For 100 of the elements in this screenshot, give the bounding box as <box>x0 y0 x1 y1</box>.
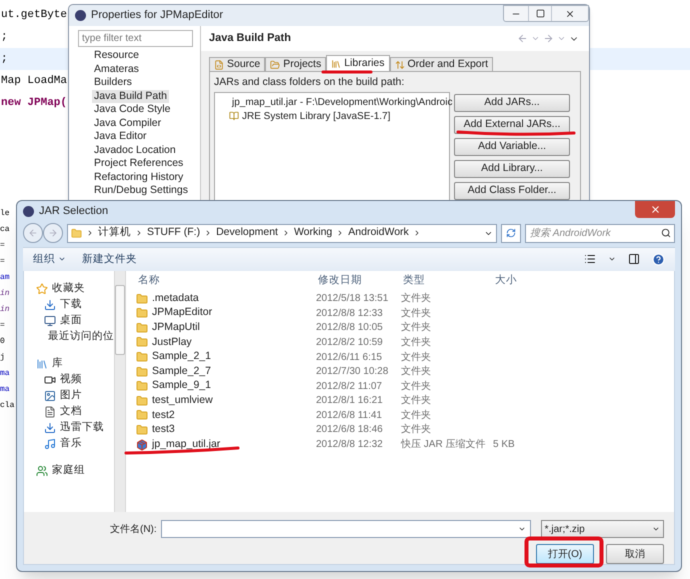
code-text: 0 <box>0 336 5 348</box>
action-button[interactable]: Add Variable... <box>454 138 570 156</box>
type-cell-text: 文件夹 <box>401 306 432 321</box>
nav-item[interactable]: Java Build Path <box>92 90 169 103</box>
action-button[interactable]: Add JARs... <box>454 94 570 112</box>
nav-item[interactable]: 文档 <box>60 404 82 420</box>
type-cell-text: 快压 JAR 压缩文件 <box>401 438 486 452</box>
separator-icon <box>86 229 94 238</box>
tab-icon <box>331 58 342 69</box>
file-name[interactable]: JustPlay <box>152 334 192 350</box>
file-name[interactable]: Sample_2_7 <box>152 364 211 380</box>
folder-icon <box>136 322 148 334</box>
preview-pane-icon[interactable] <box>628 253 640 266</box>
tab[interactable]: Projects <box>265 57 326 72</box>
date-cell-text: 2012/6/8 11:41 <box>316 408 383 423</box>
file-name[interactable]: Sample_2_1 <box>152 349 211 365</box>
search-icon <box>661 228 671 238</box>
action-button[interactable]: Add External JARs... <box>454 116 570 134</box>
file-name[interactable]: test2 <box>152 408 175 424</box>
tab[interactable]: Source <box>209 57 266 72</box>
nav-item[interactable]: Java Compiler <box>92 116 164 130</box>
toolbar-button[interactable]: 新建文件夹 <box>82 252 137 268</box>
file-name[interactable]: JPMapUtil <box>152 320 200 336</box>
underline-mark <box>321 69 373 75</box>
tab-icon <box>214 60 224 70</box>
tab-icon <box>394 60 404 70</box>
tab[interactable]: Libraries <box>326 55 390 72</box>
filter-field[interactable]: type filter text <box>78 30 193 47</box>
forward-icon <box>48 228 58 238</box>
folder-icon <box>136 424 148 436</box>
column-header[interactable]: 类型 <box>401 273 493 290</box>
folder-icon <box>136 307 148 320</box>
file-type-select[interactable]: *.jar;*.zip <box>540 520 664 538</box>
help-icon[interactable] <box>652 252 665 266</box>
build-path-entry[interactable]: JRE System Library [JavaSE-1.7] <box>242 108 390 124</box>
folder-icon <box>136 409 148 422</box>
nav-item[interactable]: 迅雷下载 <box>60 420 104 436</box>
cancel-button[interactable]: 取消 <box>606 544 664 564</box>
search-field[interactable]: 搜索 AndroidWork <box>525 224 675 243</box>
nav-item[interactable]: 视频 <box>60 372 82 388</box>
nav-item[interactable]: 桌面 <box>60 313 82 330</box>
close-icon <box>650 204 660 215</box>
nav-item[interactable]: Refactoring History <box>92 170 186 184</box>
nav-item[interactable]: Resource <box>92 49 141 62</box>
tab[interactable]: Order and Export <box>390 57 494 72</box>
action-button[interactable]: Add Class Folder... <box>454 182 570 200</box>
forward-button[interactable] <box>43 223 63 244</box>
app-icon <box>75 10 86 21</box>
maximize-button[interactable] <box>528 6 552 21</box>
file-name[interactable]: Sample_9_1 <box>152 378 211 394</box>
breadcrumb-item[interactable]: 计算机 <box>98 225 131 242</box>
build-path-list[interactable]: jp_map_util.jar - F:\Development\Working\Androic JRE System Library [JavaSE-1.7] <box>214 92 450 202</box>
breadcrumb-item[interactable]: STUFF (F:) <box>147 225 200 242</box>
toolbar-button[interactable]: 组织 <box>33 252 66 268</box>
nav-item[interactable]: Java Editor <box>92 130 149 144</box>
back-icon[interactable] <box>517 33 528 44</box>
column-header[interactable]: 名称 <box>136 273 316 290</box>
code-text: Map LoadMa <box>1 74 68 89</box>
filename-field[interactable] <box>160 520 531 538</box>
code-text: = <box>0 320 5 332</box>
app-icon <box>23 206 34 217</box>
refresh-button[interactable] <box>501 224 521 243</box>
nav-item[interactable]: Javadoc Location <box>92 144 178 157</box>
build-path-entry[interactable]: jp_map_util.jar - F:\Development\Working\Androic <box>232 94 452 110</box>
filename-label: 文件名(N): <box>110 522 157 536</box>
nav-item[interactable]: Run/Debug Settings <box>92 184 190 198</box>
nav-item[interactable]: Project References <box>92 157 186 170</box>
breadcrumb-item[interactable]: Development <box>216 225 278 242</box>
nav-item[interactable]: 下载 <box>60 297 82 314</box>
code-text: in <box>0 304 10 316</box>
file-name[interactable]: jp_map_util.jar <box>152 436 220 452</box>
dropdown-icon <box>518 525 526 533</box>
column-header[interactable]: 修改日期 <box>316 273 401 290</box>
nav-item[interactable]: 最近访问的位 <box>48 329 114 346</box>
nav-item[interactable]: Amateras <box>92 62 141 76</box>
file-name[interactable]: .metadata <box>152 290 199 307</box>
action-button[interactable]: Add Library... <box>454 160 570 178</box>
homegroup-icon <box>36 465 48 478</box>
back-button[interactable] <box>23 223 43 244</box>
nav-item[interactable]: 图片 <box>60 388 82 404</box>
open-button[interactable]: 打开(O) <box>536 544 594 564</box>
column-header[interactable]: 大小 <box>493 273 553 290</box>
scrollbar[interactable] <box>114 271 126 512</box>
close-button[interactable] <box>635 201 675 218</box>
dropdown-icon <box>652 525 660 533</box>
breadcrumb-item[interactable]: AndroidWork <box>348 225 409 242</box>
breadcrumb-item[interactable]: Working <box>294 225 332 242</box>
nav-item[interactable]: 音乐 <box>60 436 82 452</box>
file-name[interactable]: JPMapEditor <box>152 305 212 322</box>
nav-group[interactable]: 收藏夹 <box>52 281 85 298</box>
forward-icon[interactable] <box>543 33 554 44</box>
nav-item[interactable]: Builders <box>92 76 134 90</box>
nav-group[interactable]: 家庭组 <box>52 463 85 480</box>
nav-item[interactable]: Java Code Style <box>92 103 172 116</box>
address-bar[interactable]: 计算机 STUFF (F:) Development Working AndroidWork <box>67 224 497 243</box>
nav-group[interactable]: 库 <box>52 356 63 372</box>
file-name[interactable]: test_umlview <box>152 392 213 409</box>
file-name[interactable]: test3 <box>152 422 175 438</box>
type-cell-text: 文件夹 <box>401 408 432 423</box>
code-text: = <box>0 240 5 252</box>
